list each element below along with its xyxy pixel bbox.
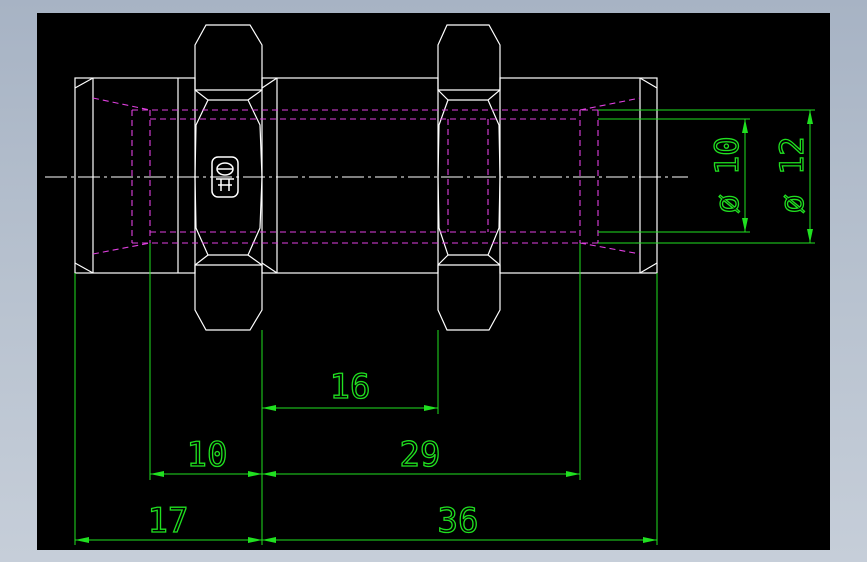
dim-label-29: 29 xyxy=(400,435,441,475)
dim-label-16: 16 xyxy=(330,367,371,407)
dim-label-dia-12: ø 12 xyxy=(773,136,811,213)
dim-label-17: 17 xyxy=(148,501,189,541)
dim-label-dia-10: ø 10 xyxy=(708,136,746,213)
right-thread-end xyxy=(499,77,658,274)
fitting-drawing: 16 10 29 17 36 ø 10 ø 12 xyxy=(45,24,815,545)
dim-label-36: 36 xyxy=(438,501,479,541)
extension-lines xyxy=(74,109,815,545)
cad-window: 16 10 29 17 36 ø 10 ø 12 xyxy=(0,0,867,562)
body-section xyxy=(261,77,439,274)
hidden-bore-lines xyxy=(92,97,641,255)
dim-label-10: 10 xyxy=(187,435,228,475)
